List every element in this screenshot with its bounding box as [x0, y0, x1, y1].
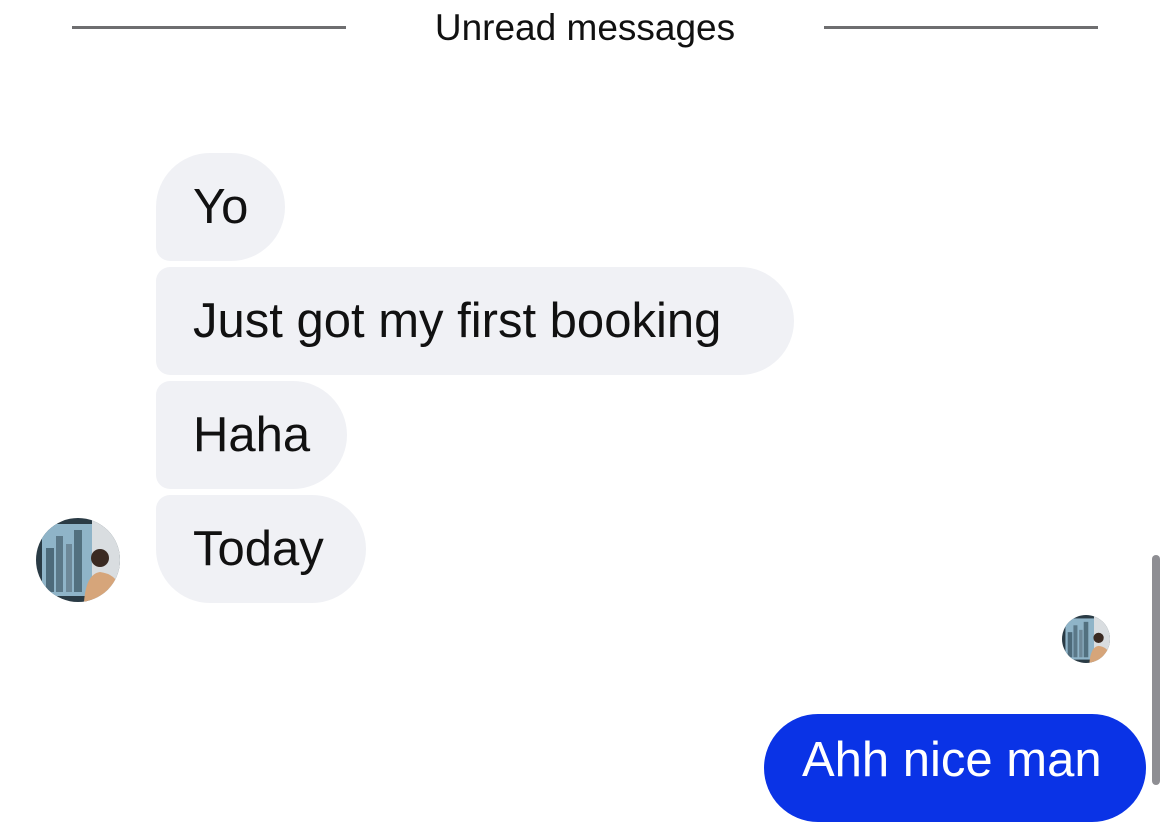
- incoming-message-bubble[interactable]: Just got my first booking: [156, 267, 794, 375]
- incoming-message-bubble[interactable]: Today: [156, 495, 366, 603]
- unread-divider-line-right: [824, 26, 1098, 29]
- incoming-message-bubble[interactable]: Yo: [156, 153, 285, 261]
- profile-photo-icon: [36, 518, 120, 602]
- read-receipt-avatar: [1062, 615, 1110, 663]
- incoming-message-bubble[interactable]: Haha: [156, 381, 347, 489]
- sender-avatar[interactable]: [36, 518, 120, 602]
- scrollbar[interactable]: [1152, 555, 1160, 785]
- unread-divider-line-left: [72, 26, 346, 29]
- profile-photo-icon: [1062, 615, 1110, 663]
- unread-divider-label: Unread messages: [434, 7, 736, 48]
- outgoing-message-bubble[interactable]: Ahh nice man: [764, 714, 1146, 822]
